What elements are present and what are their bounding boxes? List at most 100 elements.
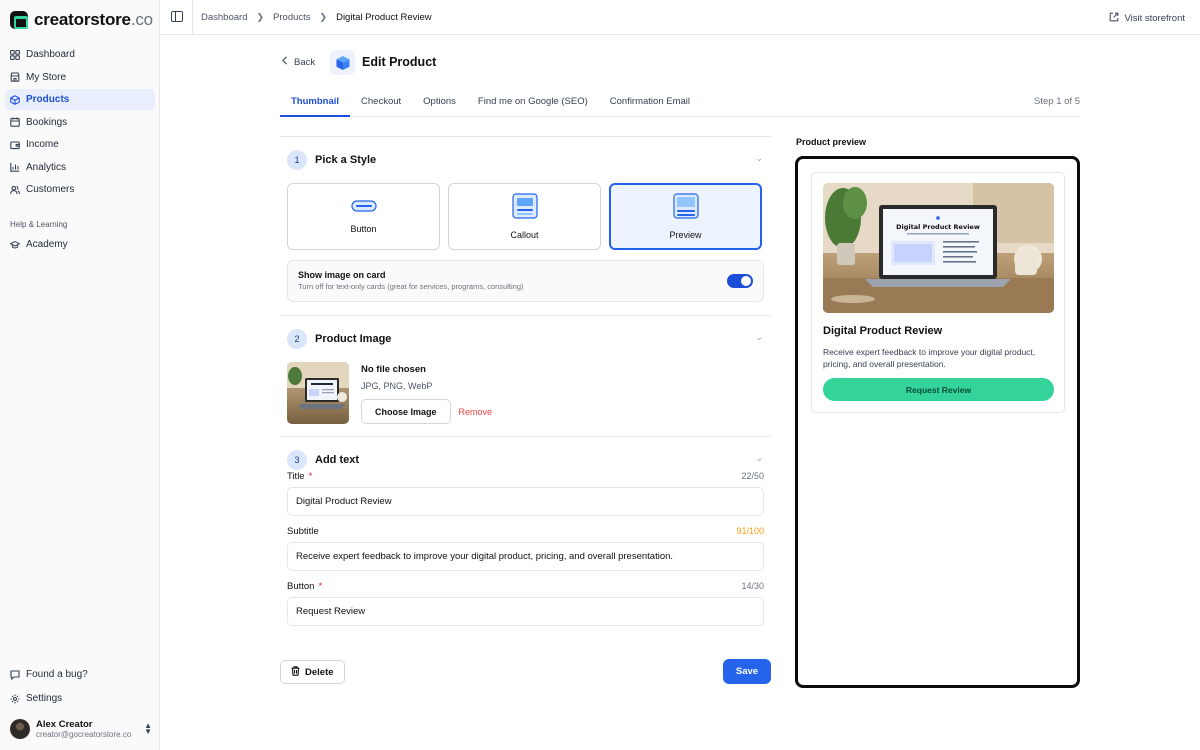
preview-card: Digital Product Review Digital Product R… (811, 172, 1065, 413)
chevron-down-icon: ⌄ (755, 332, 763, 342)
button-style-icon (350, 199, 377, 216)
back-label: Back (294, 56, 316, 68)
sidebar-item-label: Analytics (26, 161, 67, 173)
section-number: 2 (287, 329, 307, 349)
sidebar-item-dashboard[interactable]: Dashboard (5, 44, 155, 65)
wallet-icon (10, 140, 20, 150)
calendar-icon (10, 117, 20, 127)
sidebar: creatorstore.co Dashboard My Store Produ… (0, 0, 160, 750)
message-icon (10, 669, 20, 680)
sidebar-item-label: Bookings (26, 116, 68, 128)
section-title: Add text (315, 454, 359, 466)
product-tabs: Thumbnail Checkout Options Find me on Go… (280, 86, 1080, 117)
image-upload: No file chosen JPG, PNG, WebP Choose Ima… (280, 362, 771, 436)
chevron-up-down-icon: ▲ ▼ (144, 721, 152, 736)
preview-card-title: Digital Product Review (823, 325, 943, 337)
visit-storefront-link[interactable]: Visit storefront (1109, 12, 1185, 25)
title-input[interactable] (287, 487, 764, 516)
file-formats: JPG, PNG, WebP (361, 381, 433, 391)
step-indicator: Step 1 of 5 (1034, 96, 1080, 107)
user-email: creator@gocreatorstore.co (36, 730, 132, 739)
sidebar-item-label: Products (26, 94, 70, 105)
remove-image-link[interactable]: Remove (459, 407, 493, 417)
show-image-setting: Show image on card Turn off for text-onl… (287, 260, 764, 302)
section-title: Pick a Style (315, 154, 377, 166)
user-menu[interactable]: Alex Creator creator@gocreatorstore.co ▲… (10, 719, 152, 739)
text-section-header[interactable]: 3 Add text ⌄ (280, 437, 771, 483)
brand-logo[interactable]: creatorstore.co (10, 10, 153, 30)
style-option-callout[interactable]: Callout (448, 183, 601, 250)
graduation-cap-icon (10, 240, 20, 250)
breadcrumb-dashboard[interactable]: Dashboard (201, 12, 247, 23)
style-options: Button Callout Preview (280, 183, 771, 250)
breadcrumb-current: Digital Product Review (336, 12, 432, 23)
topbar-divider (192, 0, 193, 35)
gear-icon (10, 694, 20, 704)
sidebar-item-academy[interactable]: Academy (5, 234, 155, 255)
chevron-right-icon: ❯ (319, 12, 328, 22)
box-icon (10, 94, 20, 105)
tab-thumbnail[interactable]: Thumbnail (280, 86, 351, 117)
sidebar-item-analytics[interactable]: Analytics (5, 157, 155, 178)
sidebar-item-customers[interactable]: Customers (5, 179, 155, 200)
sidebar-item-label: Settings (26, 693, 63, 704)
product-cube-icon (330, 50, 355, 75)
sidebar-item-label: Customers (26, 184, 75, 195)
back-button[interactable]: Back (281, 56, 315, 68)
chevron-left-icon (281, 56, 288, 68)
button-text-input[interactable] (287, 597, 764, 626)
sidebar-item-report-bug[interactable]: Found a bug? (5, 664, 155, 685)
sidebar-item-my-store[interactable]: My Store (5, 67, 155, 88)
preview-label: Product preview (796, 137, 867, 147)
button-field-group: Button * 14/30 (280, 581, 771, 636)
tab-seo[interactable]: Find me on Google (SEO) (467, 86, 599, 117)
chevron-down-icon: ⌄ (755, 453, 763, 463)
style-option-button[interactable]: Button (287, 183, 440, 250)
help-nav: Academy (5, 234, 155, 257)
text-section: 3 Add text ⌄ Title* 22/50 Subtitle 91/10… (280, 436, 771, 636)
tab-checkout[interactable]: Checkout (350, 86, 412, 117)
preview-style-icon (672, 193, 699, 222)
style-option-preview[interactable]: Preview (609, 183, 762, 250)
grid-icon (10, 49, 20, 60)
save-button[interactable]: Save (723, 659, 771, 684)
image-section-header[interactable]: 2 Product Image ⌄ (280, 316, 771, 362)
users-icon (10, 185, 20, 195)
trash-icon (291, 665, 300, 679)
delete-label: Delete (305, 666, 334, 678)
section-title: Product Image (315, 333, 392, 345)
product-image-thumbnail (287, 362, 349, 424)
sidebar-toggle-icon[interactable] (171, 11, 183, 22)
breadcrumb-products[interactable]: Products (273, 12, 311, 23)
subtitle-field-label: Subtitle (287, 526, 319, 537)
file-status: No file chosen (361, 364, 426, 375)
sidebar-item-bookings[interactable]: Bookings (5, 112, 155, 133)
image-meta: No file chosen JPG, PNG, WebP Choose Ima… (361, 362, 492, 424)
style-section: 1 Pick a Style ⌄ Button Callout Preview … (280, 136, 771, 302)
tab-options[interactable]: Options (412, 86, 467, 117)
subtitle-char-count: 91/100 (736, 526, 764, 536)
preview-cta-button[interactable]: Request Review (823, 378, 1054, 401)
tab-confirmation-email[interactable]: Confirmation Email (599, 86, 701, 117)
edit-product-form: 1 Pick a Style ⌄ Button Callout Preview … (280, 136, 771, 636)
show-image-subtitle: Turn off for text-only cards (great for … (298, 282, 524, 291)
sidebar-item-label: Dashboard (26, 49, 75, 60)
breadcrumb: Dashboard ❯ Products ❯ Digital Product R… (201, 12, 432, 23)
page-title: Edit Product (362, 55, 437, 69)
topbar: Dashboard ❯ Products ❯ Digital Product R… (160, 0, 1200, 35)
store-icon (10, 72, 20, 82)
show-image-toggle[interactable] (727, 274, 753, 288)
style-section-header[interactable]: 1 Pick a Style ⌄ (280, 137, 771, 183)
choose-image-button[interactable]: Choose Image (361, 399, 451, 424)
section-number: 3 (287, 450, 307, 470)
button-field-label: Button * (287, 581, 323, 592)
sidebar-item-income[interactable]: Income (5, 134, 155, 155)
sidebar-item-products[interactable]: Products (5, 89, 155, 110)
chevron-right-icon: ❯ (256, 12, 265, 22)
sidebar-item-label: Found a bug? (26, 669, 88, 680)
delete-button[interactable]: Delete (280, 660, 345, 684)
sidebar-item-settings[interactable]: Settings (5, 688, 155, 709)
store-logo-icon (10, 11, 28, 29)
style-option-label: Preview (669, 230, 702, 240)
subtitle-input[interactable] (287, 542, 764, 571)
